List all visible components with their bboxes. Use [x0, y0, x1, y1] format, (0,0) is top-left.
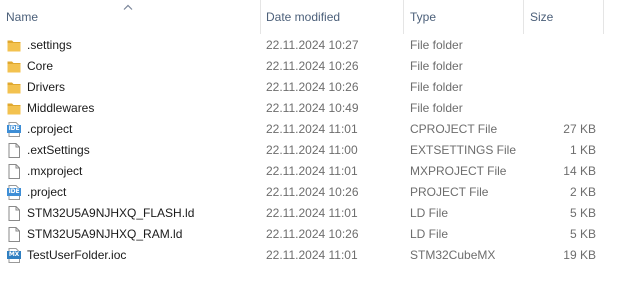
file-type: MXPROJECT File: [410, 164, 507, 178]
file-row[interactable]: STM32U5A9NJHXQ_RAM.ld 22.11.2024 10:26 LD …: [0, 224, 636, 245]
file-row[interactable]: .extSettings 22.11.2024 11:00 EXTSETTINGS …: [0, 140, 636, 161]
blank-file-icon: [7, 143, 21, 158]
file-row[interactable]: .mxproject 22.11.2024 11:01 MXPROJECT File…: [0, 161, 636, 182]
file-date-modified: 22.11.2024 10:26: [266, 59, 359, 73]
file-type: File folder: [410, 59, 463, 73]
file-size: 2 KB: [569, 185, 596, 199]
file-size: 27 KB: [563, 122, 596, 136]
file-row[interactable]: Middlewares 22.11.2024 10:49 File folder: [0, 98, 636, 119]
column-header-date-modified[interactable]: Date modified: [261, 0, 403, 34]
column-header-size[interactable]: Size: [524, 0, 604, 34]
file-name: Core: [27, 59, 54, 73]
folder-icon: [7, 80, 21, 95]
file-row[interactable]: Drivers 22.11.2024 10:26 File folder: [0, 77, 636, 98]
file-type: LD File: [410, 206, 449, 220]
file-size: 19 KB: [563, 248, 596, 262]
file-type: CPROJECT File: [410, 122, 498, 136]
file-date-modified: 22.11.2024 10:26: [266, 227, 359, 241]
file-date-modified: 22.11.2024 11:01: [266, 206, 358, 220]
file-row[interactable]: MX TestUserFolder.ioc 22.11.2024 11:01 STM3…: [0, 245, 636, 266]
folder-icon: [7, 38, 21, 53]
file-name: Middlewares: [27, 101, 95, 115]
file-name: .settings: [27, 38, 72, 52]
file-date-modified: 22.11.2024 11:01: [266, 248, 358, 262]
column-header-type[interactable]: Type: [404, 0, 523, 34]
file-icon-badge: MX: [8, 251, 20, 258]
file-row[interactable]: STM32U5A9NJHXQ_FLASH.ld 22.11.2024 11:01 L…: [0, 203, 636, 224]
file-type: STM32CubeMX: [410, 248, 496, 262]
file-type: LD File: [410, 227, 449, 241]
file-date-modified: 22.11.2024 10:49: [266, 101, 359, 115]
file-type: PROJECT File: [410, 185, 489, 199]
file-row[interactable]: IDE .project 22.11.2024 10:26 PROJECT File 2…: [0, 182, 636, 203]
file-date-modified: 22.11.2024 10:26: [266, 80, 359, 94]
file-date-modified: 22.11.2024 11:00: [266, 143, 358, 157]
file-date-modified: 22.11.2024 11:01: [266, 164, 358, 178]
file-name: TestUserFolder.ioc: [27, 248, 127, 262]
file-type: File folder: [410, 101, 463, 115]
file-rows: .settings 22.11.2024 10:27 File folder Core…: [0, 35, 636, 266]
file-row[interactable]: IDE .cproject 22.11.2024 11:01 CPROJECT Fil…: [0, 119, 636, 140]
file-name: STM32U5A9NJHXQ_FLASH.ld: [27, 206, 195, 220]
file-size: 1 KB: [569, 143, 596, 157]
file-name: .mxproject: [27, 164, 83, 178]
file-date-modified: 22.11.2024 10:26: [266, 185, 359, 199]
column-header-bar: Name Date modified Type Size: [0, 0, 636, 34]
column-divider[interactable]: [603, 0, 604, 34]
file-name: .cproject: [27, 122, 73, 136]
folder-icon: [7, 59, 21, 74]
blank-file-icon: [7, 227, 21, 242]
file-date-modified: 22.11.2024 10:27: [266, 38, 359, 52]
file-icon-badge: IDE: [8, 188, 20, 195]
column-header-name[interactable]: Name: [0, 0, 260, 34]
mx-file-icon: MX: [7, 248, 21, 263]
blank-file-icon: [7, 206, 21, 221]
file-row[interactable]: .settings 22.11.2024 10:27 File folder: [0, 35, 636, 56]
file-type: EXTSETTINGS File: [410, 143, 517, 157]
file-type: File folder: [410, 38, 463, 52]
file-type: File folder: [410, 80, 463, 94]
file-size: 5 KB: [569, 227, 596, 241]
file-icon-badge: IDE: [8, 125, 20, 132]
folder-icon: [7, 101, 21, 116]
file-size: 5 KB: [569, 206, 596, 220]
file-list-view: Name Date modified Type Size .settings 22…: [0, 0, 636, 290]
file-size: 14 KB: [563, 164, 596, 178]
file-row[interactable]: Core 22.11.2024 10:26 File folder: [0, 56, 636, 77]
ide-file-icon: IDE: [7, 185, 21, 200]
file-date-modified: 22.11.2024 11:01: [266, 122, 358, 136]
file-name: STM32U5A9NJHXQ_RAM.ld: [27, 227, 183, 241]
blank-file-icon: [7, 164, 21, 179]
file-name: Drivers: [27, 80, 65, 94]
file-name: .extSettings: [27, 143, 90, 157]
file-name: .project: [27, 185, 67, 199]
ide-file-icon: IDE: [7, 122, 21, 137]
